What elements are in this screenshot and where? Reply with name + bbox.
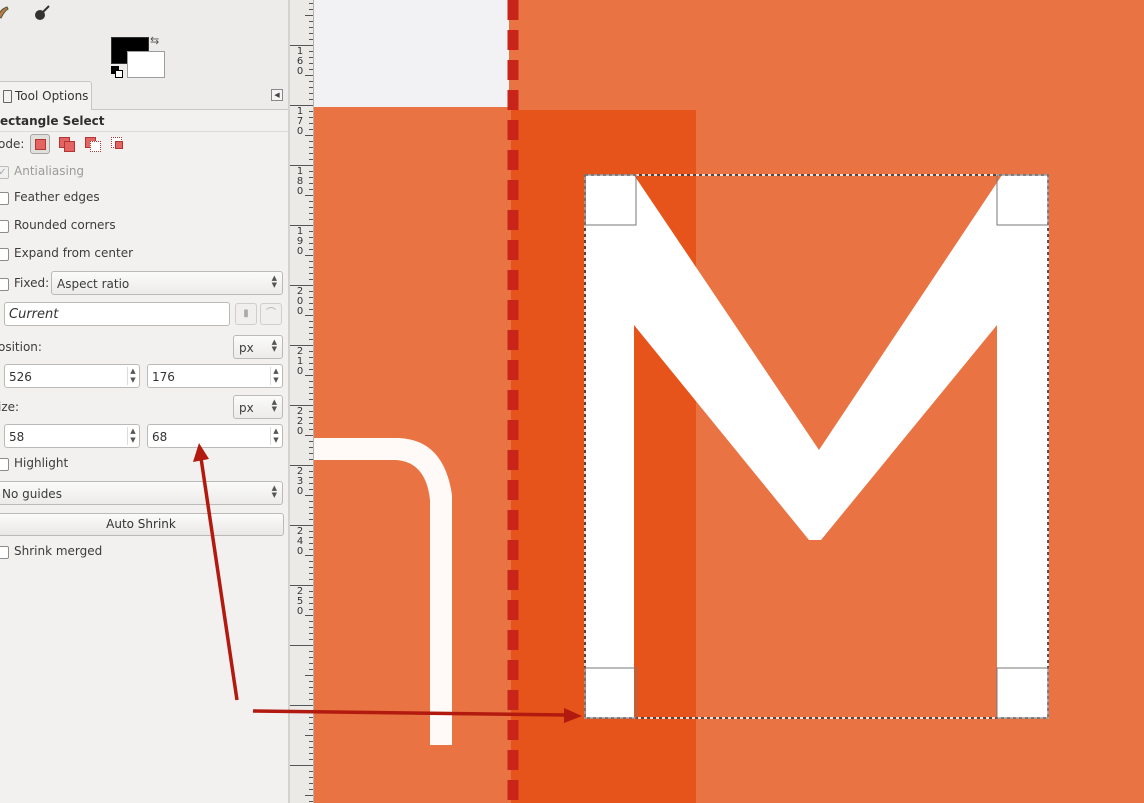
- tab-label: Tool Options: [15, 89, 89, 103]
- position-label: osition:: [0, 340, 42, 354]
- shrink-merged-checkbox[interactable]: [0, 546, 9, 559]
- combo-arrows-icon: ▲ ▼: [271, 484, 277, 499]
- mode-add-button[interactable]: [56, 134, 76, 154]
- shrink-merged-label: Shrink merged: [14, 544, 103, 558]
- vertical-ruler[interactable]: 160 170 180 190 200 210 220 230 240 250: [290, 0, 314, 803]
- delete-preset-icon[interactable]: ▮: [235, 303, 257, 325]
- divider: [0, 131, 288, 132]
- size-unit-value: px: [239, 401, 254, 415]
- position-y-field[interactable]: 176 ▲ ▼: [147, 364, 283, 388]
- tool-title: ectangle Select: [0, 114, 105, 128]
- mode-subtract-button[interactable]: [82, 134, 102, 154]
- mode-label: ode:: [0, 137, 25, 151]
- tool-options-icon: [3, 90, 12, 103]
- canvas-background-area: [314, 0, 509, 107]
- fixed-mode-select[interactable]: Aspect ratio ▲ ▼: [51, 271, 283, 295]
- spin-arrows-icon[interactable]: ▲ ▼: [127, 367, 138, 385]
- ruler-label: 240: [296, 526, 304, 557]
- highlight-checkbox[interactable]: [0, 458, 9, 471]
- auto-shrink-button[interactable]: Auto Shrink: [0, 513, 284, 536]
- size-width-field[interactable]: 58 ▲ ▼: [4, 424, 140, 448]
- image-canvas[interactable]: [314, 0, 1144, 803]
- antialiasing-checkbox[interactable]: ✓: [0, 166, 9, 179]
- ruler-label: 230: [296, 466, 304, 497]
- ruler-label: 200: [296, 286, 304, 317]
- ruler-label: 190: [296, 226, 304, 257]
- ruler-label: 220: [296, 406, 304, 437]
- preset-value: Current: [9, 307, 59, 322]
- feather-edges-checkbox[interactable]: [0, 192, 9, 205]
- size-height-field[interactable]: 68 ▲ ▼: [147, 424, 283, 448]
- mode-replace-button[interactable]: [30, 134, 50, 154]
- ruler-label: 160: [296, 46, 304, 77]
- guides-select[interactable]: No guides ▲ ▼: [0, 481, 283, 505]
- spin-arrows-icon[interactable]: ▲ ▼: [270, 427, 281, 445]
- combo-arrows-icon: ▲ ▼: [271, 338, 277, 353]
- size-label: ize:: [0, 400, 20, 414]
- chain-preset-icon[interactable]: ⌒: [260, 303, 282, 325]
- position-x-value: 526: [9, 370, 32, 384]
- dock-menu-icon[interactable]: ◀: [271, 89, 283, 101]
- position-x-field[interactable]: 526 ▲ ▼: [4, 364, 140, 388]
- reset-colors-icon[interactable]: [111, 66, 123, 78]
- antialiasing-label: Antialiasing: [14, 164, 85, 178]
- size-height-value: 68: [152, 430, 168, 444]
- feather-edges-label: Feather edges: [14, 190, 100, 204]
- position-unit-select[interactable]: px ▲ ▼: [233, 335, 283, 359]
- smudge-icon[interactable]: [0, 4, 10, 24]
- size-unit-select[interactable]: px ▲ ▼: [233, 395, 283, 419]
- guides-value: No guides: [2, 487, 62, 501]
- expand-from-center-checkbox[interactable]: [0, 248, 9, 261]
- fixed-checkbox[interactable]: [0, 278, 9, 291]
- fixed-mode-value: Aspect ratio: [57, 277, 130, 291]
- ruler-label: 170: [296, 106, 304, 137]
- tab-tool-options[interactable]: Tool Options: [0, 81, 92, 110]
- brush-icon[interactable]: [34, 4, 52, 26]
- highlight-label: Highlight: [14, 456, 69, 470]
- expand-from-center-label: Expand from center: [14, 246, 134, 260]
- combo-arrows-icon: ▲ ▼: [271, 398, 277, 413]
- ruler-label: 180: [296, 166, 304, 197]
- spin-arrows-icon[interactable]: ▲ ▼: [127, 427, 138, 445]
- mode-intersect-button[interactable]: [108, 134, 128, 154]
- combo-arrows-icon: ▲ ▼: [271, 274, 277, 289]
- ruler-label: 210: [296, 346, 304, 377]
- ruler-label: 250: [296, 586, 304, 617]
- position-unit-value: px: [239, 341, 254, 355]
- background-color-swatch[interactable]: [127, 51, 165, 78]
- rounded-corners-label: Rounded corners: [14, 218, 116, 232]
- rounded-corners-checkbox[interactable]: [0, 220, 9, 233]
- spin-arrows-icon[interactable]: ▲ ▼: [270, 367, 281, 385]
- tool-options-dock: ⇆ Tool Options ◀ ectangle Select ode: ✓ …: [0, 0, 288, 803]
- preset-entry[interactable]: Current: [4, 302, 230, 326]
- position-y-value: 176: [152, 370, 175, 384]
- fixed-label: Fixed:: [14, 276, 50, 290]
- swap-colors-icon[interactable]: ⇆: [150, 34, 159, 47]
- size-width-value: 58: [9, 430, 25, 444]
